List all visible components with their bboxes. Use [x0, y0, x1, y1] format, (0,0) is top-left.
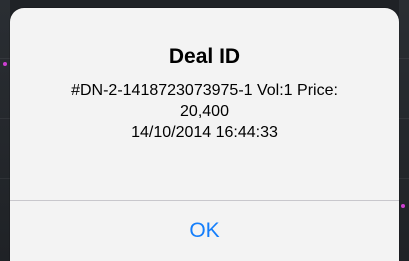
ok-button[interactable]: OK: [10, 201, 399, 261]
backdrop-marker: [3, 62, 7, 66]
alert-message-deal-line: #DN-2-1418723073975-1 Vol:1 Price:: [71, 82, 338, 99]
app-screen: Deal ID #DN-2-1418723073975-1 Vol:1 Pric…: [0, 0, 409, 261]
backdrop-marker: [401, 204, 405, 208]
alert-title: Deal ID: [168, 45, 241, 68]
backdrop-left-edge: [0, 0, 10, 261]
deal-id-alert-dialog: Deal ID #DN-2-1418723073975-1 Vol:1 Pric…: [10, 8, 399, 261]
alert-body: Deal ID #DN-2-1418723073975-1 Vol:1 Pric…: [10, 8, 399, 200]
alert-message-price-line: 20,400: [180, 103, 229, 120]
backdrop-right-edge: [399, 0, 409, 261]
alert-message: #DN-2-1418723073975-1 Vol:1 Price: 20,40…: [32, 80, 377, 143]
alert-message-timestamp-line: 14/10/2014 16:44:33: [131, 124, 278, 141]
